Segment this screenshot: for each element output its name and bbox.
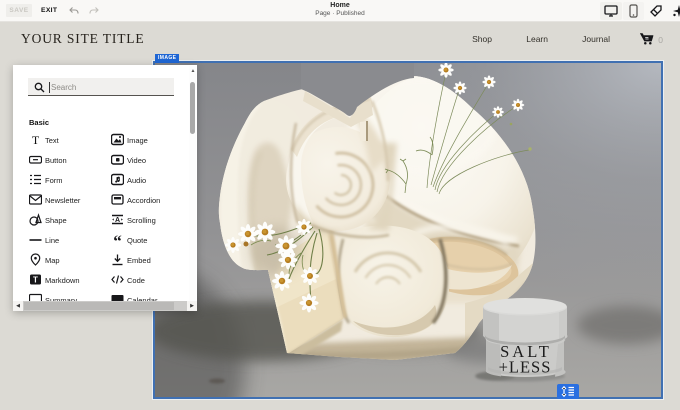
svg-text:T: T — [32, 133, 40, 146]
svg-text:“: “ — [113, 233, 122, 246]
svg-text:+LESS: +LESS — [499, 358, 552, 377]
svg-text:A: A — [115, 217, 120, 224]
svg-text:T: T — [33, 276, 38, 285]
